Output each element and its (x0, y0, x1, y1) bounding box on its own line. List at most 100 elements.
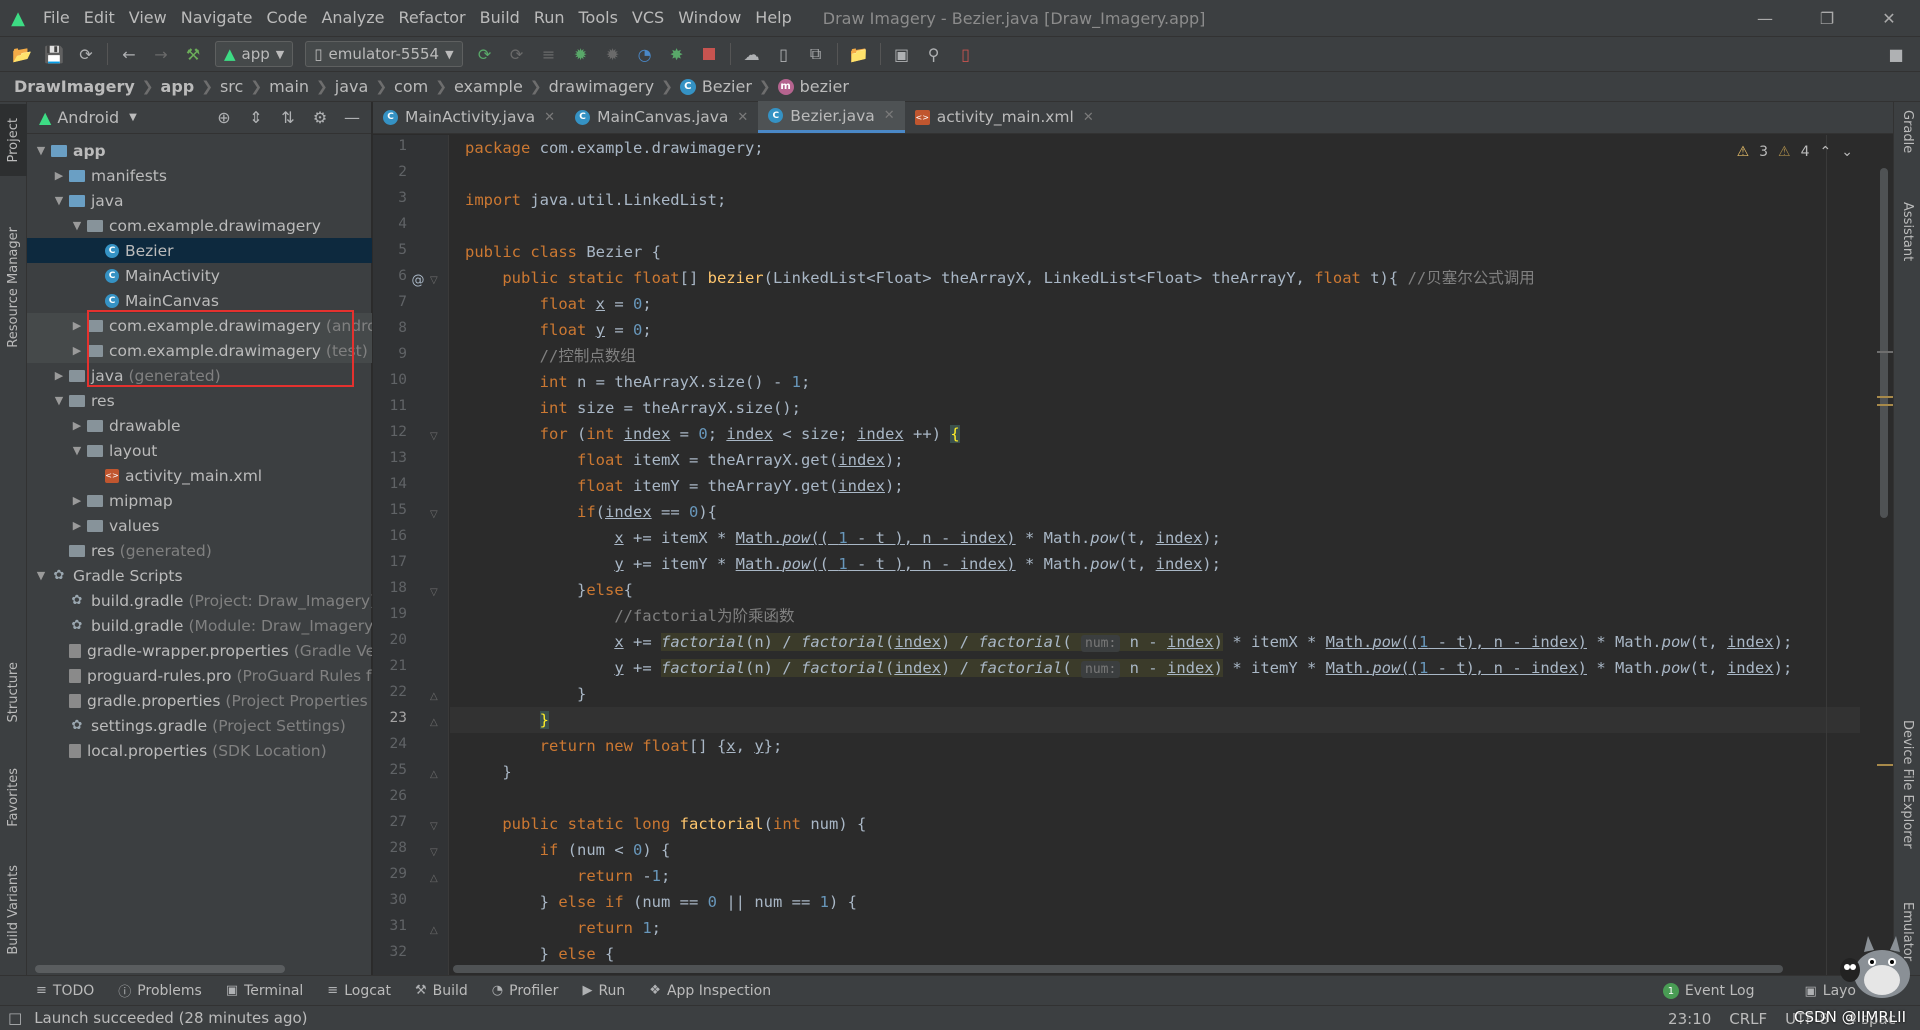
fold-icon[interactable]: ▽ (430, 509, 442, 520)
minimize-icon[interactable]: — (1734, 0, 1796, 36)
debug-icon[interactable]: ✹ (565, 39, 597, 69)
tree-item[interactable]: ✿settings.gradle(Project Settings) (27, 713, 372, 738)
tool-tab-favorites[interactable]: Favorites (0, 752, 27, 842)
breadcrumb-item[interactable]: main (269, 77, 309, 96)
sdk-manager-icon[interactable]: ⧉ (800, 39, 832, 69)
fold-icon[interactable]: △ (430, 873, 442, 884)
fold-icon[interactable]: ▽ (430, 431, 442, 442)
tree-item[interactable]: CMainActivity (27, 263, 372, 288)
tree-item[interactable]: ▶manifests (27, 163, 372, 188)
tool-profiler[interactable]: ◔Profiler (492, 983, 559, 999)
close-icon[interactable]: ✕ (884, 108, 895, 123)
close-icon[interactable]: ✕ (737, 110, 748, 125)
tool-terminal[interactable]: ▣Terminal (226, 983, 303, 999)
tree-item[interactable]: ▼res (27, 388, 372, 413)
menu-window[interactable]: Window (671, 0, 748, 36)
menu-help[interactable]: Help (748, 0, 798, 36)
tool-event-log[interactable]: 1Event Log (1663, 983, 1755, 999)
next-highlight-icon[interactable]: ⌄ (1841, 144, 1853, 160)
sync-icon[interactable]: ⟳ (70, 39, 102, 69)
fold-icon[interactable]: △ (430, 769, 442, 780)
tree-item[interactable]: local.properties(SDK Location) (27, 738, 372, 763)
line-number-gutter[interactable]: 1 2 3 4 5 6 7 8 9 10 11 12 13 14 15 16 1… (373, 135, 449, 975)
apply-changes-icon[interactable]: ⟳ (469, 39, 501, 69)
tool-run[interactable]: ▶Run (582, 983, 625, 999)
close-icon[interactable]: ✕ (544, 110, 555, 125)
override-icon[interactable]: @ (411, 273, 425, 288)
fold-icon[interactable]: ▽ (430, 587, 442, 598)
fold-icon[interactable]: △ (430, 717, 442, 728)
apply-code-changes-icon[interactable]: ⟳ (501, 39, 533, 69)
tree-item[interactable]: proguard-rules.pro(ProGuard Rules f (27, 663, 372, 688)
gear-icon[interactable]: ⚙ (307, 108, 333, 127)
project-structure-icon[interactable]: 📁 (843, 39, 875, 69)
breadcrumb-item[interactable]: app (161, 77, 195, 96)
menu-edit[interactable]: Edit (77, 0, 122, 36)
menu-run[interactable]: Run (527, 0, 572, 36)
breadcrumb-item[interactable]: com (394, 77, 428, 96)
collapse-all-icon[interactable]: ⇅ (275, 108, 301, 127)
menu-analyze[interactable]: Analyze (314, 0, 391, 36)
tab-maincanvas[interactable]: CMainCanvas.java✕ (565, 101, 758, 133)
tree-item[interactable]: ▼com.example.drawimagery (27, 213, 372, 238)
tool-tab-build-variants[interactable]: Build Variants (0, 852, 27, 967)
status-message[interactable]: Launch succeeded (28 minutes ago) (34, 1009, 307, 1027)
tab-mainactivity[interactable]: CMainActivity.java✕ (373, 101, 565, 133)
layout-inspector-icon[interactable]: ▣ (886, 39, 918, 69)
tab-bezier[interactable]: CBezier.java✕ (758, 101, 904, 133)
attach-debugger-icon[interactable]: ✹ (597, 39, 629, 69)
project-view-select[interactable]: ▲ Android ▼ (39, 108, 137, 127)
code-editor[interactable]: package com.example.drawimagery; import … (450, 135, 1860, 975)
tool-tab-project[interactable]: Project (0, 104, 27, 176)
tool-todo[interactable]: ≡TODO (36, 983, 94, 999)
tool-build[interactable]: ⚒Build (415, 983, 468, 999)
back-icon[interactable]: ← (113, 39, 145, 69)
breadcrumb-item[interactable]: example (454, 77, 523, 96)
tree-item[interactable]: res(generated) (27, 538, 372, 563)
caret-position[interactable]: 23:10 (1668, 1010, 1711, 1028)
tree-item[interactable]: ▶com.example.drawimagery(andro (27, 313, 372, 338)
tree-item[interactable]: CMainCanvas (27, 288, 372, 313)
previous-highlight-icon[interactable]: ⌃ (1820, 144, 1832, 160)
tree-item[interactable]: CBezier (27, 238, 372, 263)
tree-item[interactable]: ▶values (27, 513, 372, 538)
tree-item[interactable]: ▼layout (27, 438, 372, 463)
restore-icon[interactable]: ❐ (1796, 0, 1858, 36)
tab-activity-main-xml[interactable]: <>activity_main.xml✕ (905, 101, 1104, 133)
tool-problems[interactable]: ⓘProblems (118, 981, 202, 1000)
breadcrumb-item[interactable]: java (335, 77, 369, 96)
hide-icon[interactable]: — (339, 108, 365, 127)
menu-file[interactable]: File (36, 0, 77, 36)
tree-item[interactable]: ▶drawable (27, 413, 372, 438)
scrollbar-thumb[interactable] (1880, 168, 1888, 518)
horizontal-scrollbar[interactable] (35, 965, 285, 973)
tree-item[interactable]: ▼app (27, 138, 372, 163)
editor-horizontal-scrollbar[interactable] (453, 965, 1833, 973)
tool-tab-gradle[interactable]: Gradle (1894, 110, 1920, 180)
sync-gradle-icon[interactable]: ☁ (736, 39, 768, 69)
menu-navigate[interactable]: Navigate (174, 0, 260, 36)
tree-item[interactable]: ▶mipmap (27, 488, 372, 513)
fold-icon[interactable]: △ (430, 925, 442, 936)
status-toggle-icon[interactable]: □ (8, 1009, 22, 1027)
breadcrumb-item[interactable]: Bezier (702, 77, 752, 96)
tree-item[interactable]: ✿build.gradle(Project: Draw_Imagery) (27, 588, 372, 613)
fold-icon[interactable]: △ (430, 691, 442, 702)
breadcrumb-item[interactable]: drawimagery (549, 77, 655, 96)
tree-item[interactable]: ✿build.gradle(Module: Draw_Imagery. (27, 613, 372, 638)
expand-all-icon[interactable]: ⇕ (243, 108, 269, 127)
fold-icon[interactable]: ▽ (430, 275, 442, 286)
tree-item[interactable]: ▶java(generated) (27, 363, 372, 388)
open-folder-icon[interactable]: 📂 (6, 39, 38, 69)
tree-item[interactable]: ▼✿Gradle Scripts (27, 563, 372, 588)
menu-view[interactable]: View (122, 0, 174, 36)
menu-vcs[interactable]: VCS (625, 0, 671, 36)
breadcrumb-item[interactable]: DrawImagery (14, 77, 135, 96)
tree-item[interactable]: ▶com.example.drawimagery(test) (27, 338, 372, 363)
tool-tab-structure[interactable]: Structure (0, 642, 27, 742)
inspection-widget[interactable]: ⚠3 ⚠4 ⌃ ⌄ (1737, 144, 1853, 160)
tree-item[interactable]: ▼java (27, 188, 372, 213)
tool-logcat[interactable]: ≡Logcat (327, 983, 391, 999)
user-icon[interactable]: ■ (1880, 39, 1912, 69)
tree-item[interactable]: gradle.properties(Project Properties (27, 688, 372, 713)
